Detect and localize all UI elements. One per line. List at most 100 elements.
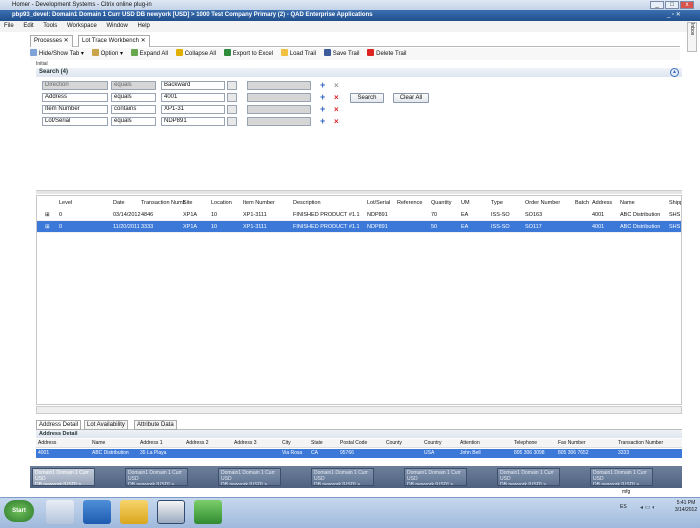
lookup-button[interactable] (227, 117, 237, 126)
collapse-search-icon[interactable]: ▴ (670, 68, 679, 77)
add-condition-icon[interactable]: + (320, 105, 325, 114)
menu-window[interactable]: Window (107, 23, 128, 29)
detail-column-header[interactable]: Name (92, 439, 105, 448)
window-switch-item[interactable]: Domain1 Domain 1 Curr USD DB newyork [USD… (218, 468, 281, 486)
lookup-button[interactable] (227, 105, 237, 114)
search-field-select[interactable]: Address (42, 93, 108, 102)
hide-show-tab-button[interactable]: Hide/Show Tab ▾ (30, 49, 84, 57)
detail-column-header[interactable]: Fax Number (558, 439, 586, 448)
tray-icons[interactable]: ◂ ▭ ◐ (640, 504, 670, 514)
detail-grid-row[interactable]: 4001 ABC Distribution 35 La Playa Via Rosa C… (36, 449, 682, 458)
splitter[interactable] (36, 190, 682, 194)
grid-column-header[interactable]: Type (491, 197, 521, 209)
detail-column-header[interactable]: Transaction Number (618, 439, 663, 448)
detail-column-header[interactable]: Address 2 (186, 439, 209, 448)
detail-column-header[interactable]: County (386, 439, 402, 448)
search-value-input[interactable]: NDP891 (161, 117, 225, 126)
horizontal-scrollbar[interactable] (36, 406, 682, 414)
grid-column-header[interactable]: Order Number (525, 197, 569, 209)
grid-column-header[interactable]: Batch (575, 197, 591, 209)
menu-file[interactable]: File (4, 23, 14, 29)
search-value-input[interactable]: Backward (161, 81, 225, 90)
expand-all-button[interactable]: Expand All (130, 49, 168, 57)
option-button[interactable]: Option ▾ (91, 49, 123, 57)
detail-column-header[interactable]: State (311, 439, 323, 448)
search-field-select[interactable]: Item Number (42, 105, 108, 114)
grid-column-header[interactable]: Location (211, 197, 243, 209)
tab-processes[interactable]: Processes ✕ (30, 35, 73, 47)
grid-column-header[interactable]: Description (293, 197, 365, 209)
detail-column-header[interactable]: Address 3 (234, 439, 257, 448)
delete-trail-button[interactable]: Delete Trail (367, 49, 407, 57)
window-switch-item[interactable]: Domain1 Domain 1 Curr USD DB newyork [USD… (590, 468, 653, 486)
search-value-input[interactable]: XP1-31 (161, 105, 225, 114)
grid-column-header[interactable]: Transaction Number (141, 197, 185, 209)
menu-workspace[interactable]: Workspace (67, 23, 97, 29)
remove-condition-icon[interactable]: × (334, 81, 339, 90)
remove-condition-icon[interactable]: × (334, 93, 339, 102)
window-switch-item[interactable]: Domain1 Domain 1 Curr USD DB newyork [USD… (404, 468, 467, 486)
qad-app-icon[interactable] (157, 500, 185, 524)
search-operator-select[interactable]: equals (111, 117, 156, 126)
tab-lot-availability[interactable]: Lot Availability (84, 420, 128, 430)
remove-condition-icon[interactable]: × (334, 105, 339, 114)
grid-column-header[interactable]: UM (461, 197, 475, 209)
grid-column-header[interactable]: Name (620, 197, 666, 209)
excel-taskbar-icon[interactable] (194, 500, 222, 524)
table-row[interactable]: ⊞ 0 03/14/2012 4846 XP1A 10 XP1-3111 FINISHED P… (37, 209, 681, 221)
save-trail-button[interactable]: Save Trail (323, 49, 359, 57)
add-condition-icon[interactable]: + (320, 93, 325, 102)
detail-column-header[interactable]: Attention (460, 439, 480, 448)
grid-column-header[interactable]: Site (183, 197, 211, 209)
tab-address-detail[interactable]: Address Detail (36, 420, 82, 430)
grid-column-header[interactable]: Lot/Serial (367, 197, 401, 209)
close-button[interactable]: x (680, 1, 694, 9)
app-window-controls[interactable]: _ ▫ ✕ (667, 11, 697, 20)
detail-column-header[interactable]: Country (424, 439, 442, 448)
window-switch-item[interactable]: Domain1 Domain 1 Curr USD DB newyork [USD… (497, 468, 560, 486)
search-field-select[interactable]: Lot/Serial (42, 117, 108, 126)
grid-column-header[interactable]: Address (592, 197, 620, 209)
detail-column-header[interactable]: Postal Code (340, 439, 367, 448)
tab-attribute-data[interactable]: Attribute Data (134, 420, 177, 430)
add-condition-icon[interactable]: + (320, 81, 325, 90)
inbox-side-tab[interactable]: Inbox (687, 22, 697, 52)
detail-column-header[interactable]: City (282, 439, 291, 448)
language-indicator[interactable]: ES (620, 504, 630, 510)
expand-row-icon[interactable]: ⊞ (45, 209, 50, 221)
grid-column-header[interactable]: Level (59, 197, 89, 209)
media-icon[interactable] (83, 500, 111, 524)
grid-column-header[interactable]: Reference (397, 197, 427, 209)
menu-help[interactable]: Help (138, 23, 150, 29)
window-switch-item[interactable]: Domain1 Domain 1 Curr USD DB newyork [USD… (125, 468, 188, 486)
collapse-all-button[interactable]: Collapse All (175, 49, 216, 57)
maximize-button[interactable]: □ (665, 1, 679, 9)
detail-column-header[interactable]: Address (38, 439, 56, 448)
grid-column-header[interactable]: Shipp (669, 197, 681, 209)
load-trail-button[interactable]: Load Trail (280, 49, 316, 57)
lookup-button[interactable] (227, 93, 237, 102)
start-button[interactable]: Start (4, 500, 34, 522)
detail-column-header[interactable]: Telephone (514, 439, 537, 448)
add-condition-icon[interactable]: + (320, 117, 325, 126)
grid-column-header[interactable]: Quantity (431, 197, 459, 209)
detail-column-header[interactable]: Address 1 (140, 439, 163, 448)
search-operator-select[interactable]: contains (111, 105, 156, 114)
table-row[interactable]: ⊞ 0 11/20/2011 3333 XP1A 10 XP1-3111 FINISHED P… (37, 221, 681, 233)
window-switch-item[interactable]: Domain1 Domain 1 Curr USD DB newyork [USD… (311, 468, 374, 486)
network-icon[interactable] (46, 500, 74, 524)
tab-lot-trace-workbench[interactable]: Lot Trace Workbench ✕ (78, 35, 150, 47)
clear-all-button[interactable]: Clear All (393, 93, 429, 103)
menu-tools[interactable]: Tools (43, 23, 57, 29)
menu-edit[interactable]: Edit (23, 23, 33, 29)
search-value-input[interactable]: 4001 (161, 93, 225, 102)
grid-column-header[interactable]: Item Number (243, 197, 291, 209)
lookup-button[interactable] (227, 81, 237, 90)
expand-row-icon[interactable]: ⊞ (45, 221, 50, 233)
remove-condition-icon[interactable]: × (334, 117, 339, 126)
window-switch-item[interactable]: Domain1 Domain 1 Curr USD DB newyork [USD… (32, 468, 95, 486)
search-operator-select[interactable]: equals (111, 93, 156, 102)
search-button[interactable]: Search (350, 93, 384, 103)
minimize-button[interactable]: _ (650, 1, 664, 9)
explorer-icon[interactable] (120, 500, 148, 524)
